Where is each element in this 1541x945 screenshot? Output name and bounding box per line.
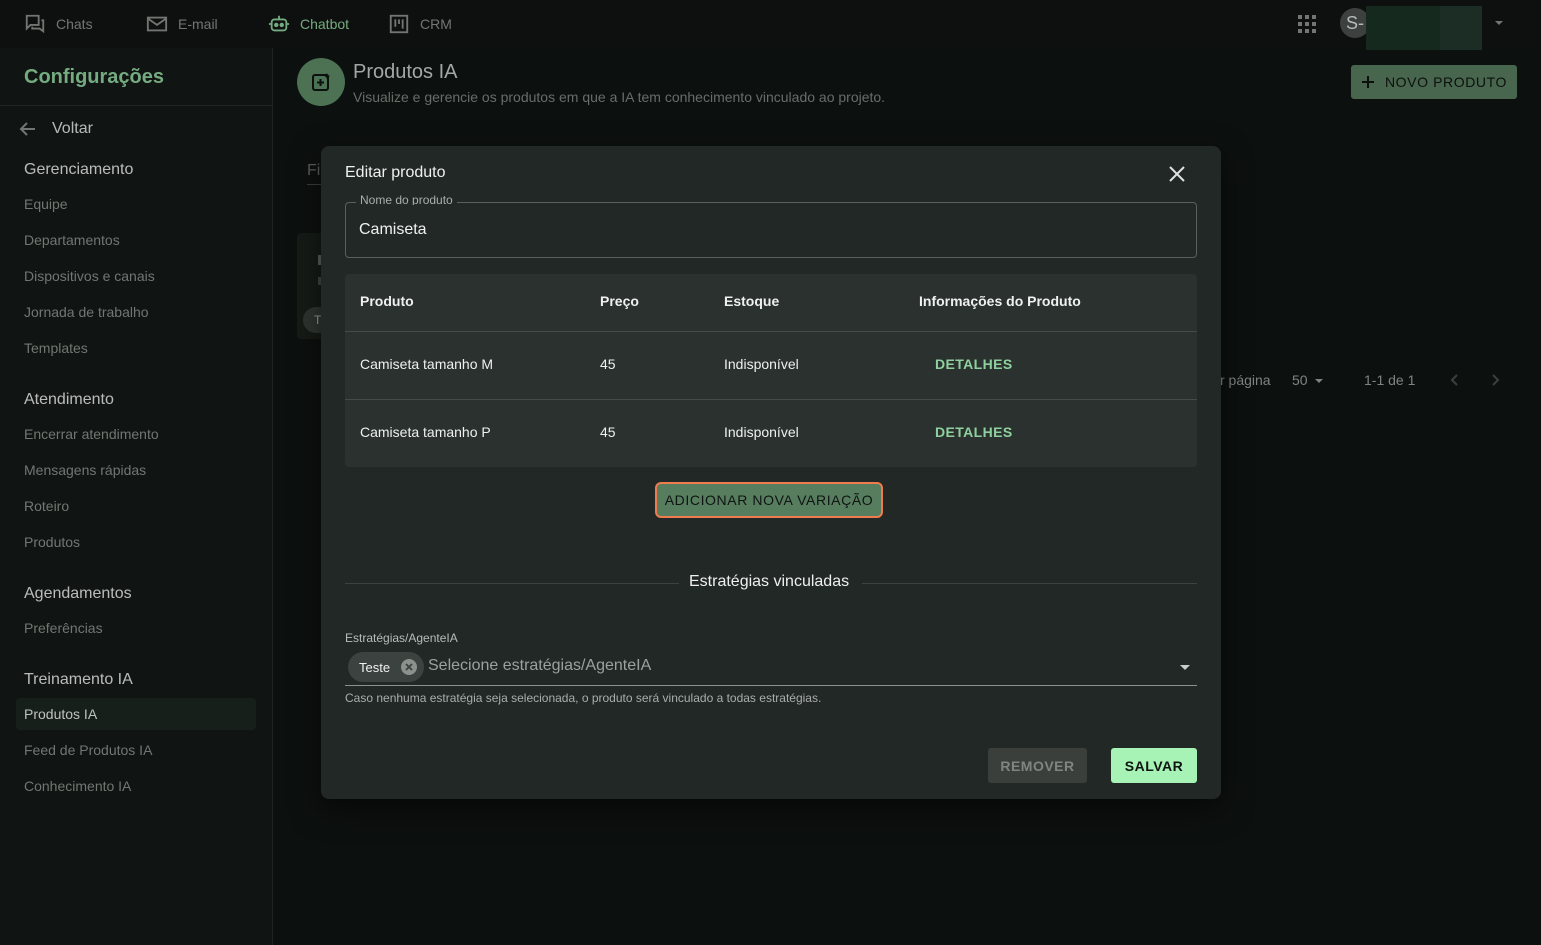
strategies-select[interactable]: Teste Selecione estratégias/AgenteIA (345, 649, 1197, 686)
variations-table: Produto Preço Estoque Informações do Pro… (345, 274, 1197, 467)
table-row: Camiseta tamanho M 45 Indisponível DETAL… (345, 331, 1197, 400)
strategies-label: Estratégias/AgenteIA (345, 631, 458, 645)
cell-preco: 45 (600, 356, 616, 372)
save-button[interactable]: SALVAR (1111, 748, 1197, 783)
divider (345, 583, 679, 584)
close-icon[interactable] (1167, 164, 1187, 184)
cell-estoque: Indisponível (724, 356, 799, 372)
cell-produto: Camiseta tamanho P (360, 424, 491, 440)
column-header-estoque: Estoque (724, 293, 780, 309)
column-header-preco: Preço (600, 293, 639, 309)
dialog-title: Editar produto (345, 164, 446, 181)
strategies-heading: Estratégias vinculadas (689, 573, 850, 590)
remove-button[interactable]: REMOVER (988, 748, 1087, 783)
strategy-chip-label: Teste (359, 660, 391, 675)
divider (862, 583, 1197, 584)
strategies-placeholder: Selecione estratégias/AgenteIA (428, 657, 652, 674)
details-button[interactable]: DETALHES (935, 356, 1013, 372)
strategy-chip[interactable]: Teste (348, 652, 424, 682)
table-row: Camiseta tamanho P 45 Indisponível DETAL… (345, 399, 1197, 467)
product-name-label: Nome do produto (356, 195, 457, 205)
cell-estoque: Indisponível (724, 424, 799, 440)
details-button[interactable]: DETALHES (935, 424, 1013, 440)
cell-preco: 45 (600, 424, 616, 440)
add-variation-button[interactable]: ADICIONAR NOVA VARIAÇÃO (655, 482, 883, 518)
remove-chip-icon[interactable] (400, 658, 418, 676)
product-name-value[interactable]: Camiseta (359, 221, 427, 239)
cell-produto: Camiseta tamanho M (360, 356, 494, 372)
product-name-field[interactable]: Nome do produto Camiseta (345, 195, 1197, 258)
edit-product-dialog: Editar produto Nome do produto Camiseta … (321, 146, 1221, 799)
column-header-info: Informações do Produto (919, 293, 1081, 309)
column-header-produto: Produto (360, 293, 414, 309)
strategies-helper-text: Caso nenhuma estratégia seja selecionada… (345, 691, 822, 705)
caret-down-icon[interactable] (1177, 659, 1193, 675)
